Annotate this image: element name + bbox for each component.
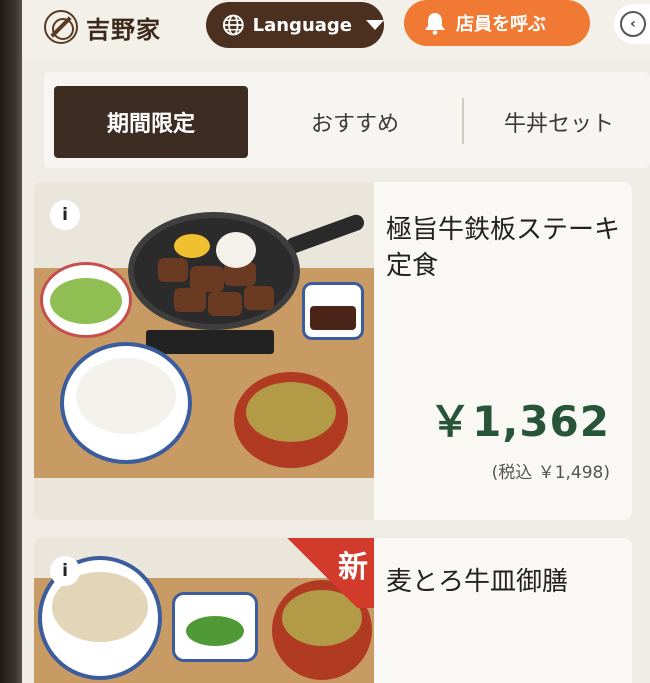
tab-limited-time[interactable]: 期間限定: [54, 86, 248, 158]
menu-item-price-tax: (税込 ￥1,498): [491, 463, 610, 483]
menu-item-card[interactable]: 新 i 麦とろ牛皿御膳: [34, 538, 632, 683]
brand-mark-icon: [44, 10, 78, 44]
language-label: Language: [252, 14, 352, 36]
header: 吉野家 Language 店員を呼ぶ ‹: [22, 0, 650, 58]
back-icon: ‹: [620, 11, 646, 37]
tab-recommended[interactable]: おすすめ: [280, 86, 430, 158]
tab-gyudon-set[interactable]: 牛丼セット: [474, 86, 644, 158]
brand-logo: 吉野家: [44, 6, 161, 48]
menu-item-card[interactable]: i 極旨牛鉄板ステーキ定食 ￥1,362 (税込 ￥1,498): [34, 182, 632, 520]
tab-divider: [462, 98, 464, 144]
kiosk-screen: 吉野家 Language 店員を呼ぶ ‹ 期間限定 おすすめ 牛丼セット i 極…: [22, 0, 650, 683]
language-button[interactable]: Language: [206, 2, 384, 48]
menu-item-name: 極旨牛鉄板ステーキ定食: [386, 215, 621, 281]
brand-name: 吉野家: [86, 14, 161, 44]
call-staff-label: 店員を呼ぶ: [456, 14, 546, 35]
category-tabs: 期間限定 おすすめ 牛丼セット: [44, 72, 650, 168]
menu-item-name: 麦とろ牛皿御膳: [386, 567, 569, 597]
new-badge-label: 新: [338, 550, 368, 585]
menu-item-photo: [34, 182, 374, 520]
menu-item-price: ￥1,362: [429, 397, 610, 446]
info-icon[interactable]: i: [50, 556, 80, 586]
call-staff-button[interactable]: 店員を呼ぶ: [404, 0, 590, 46]
bell-icon: [425, 13, 445, 35]
back-button[interactable]: ‹: [614, 4, 650, 44]
info-icon[interactable]: i: [50, 200, 80, 230]
globe-icon: [222, 14, 244, 36]
new-badge: 新: [270, 538, 374, 608]
chevron-down-icon: [366, 20, 384, 30]
